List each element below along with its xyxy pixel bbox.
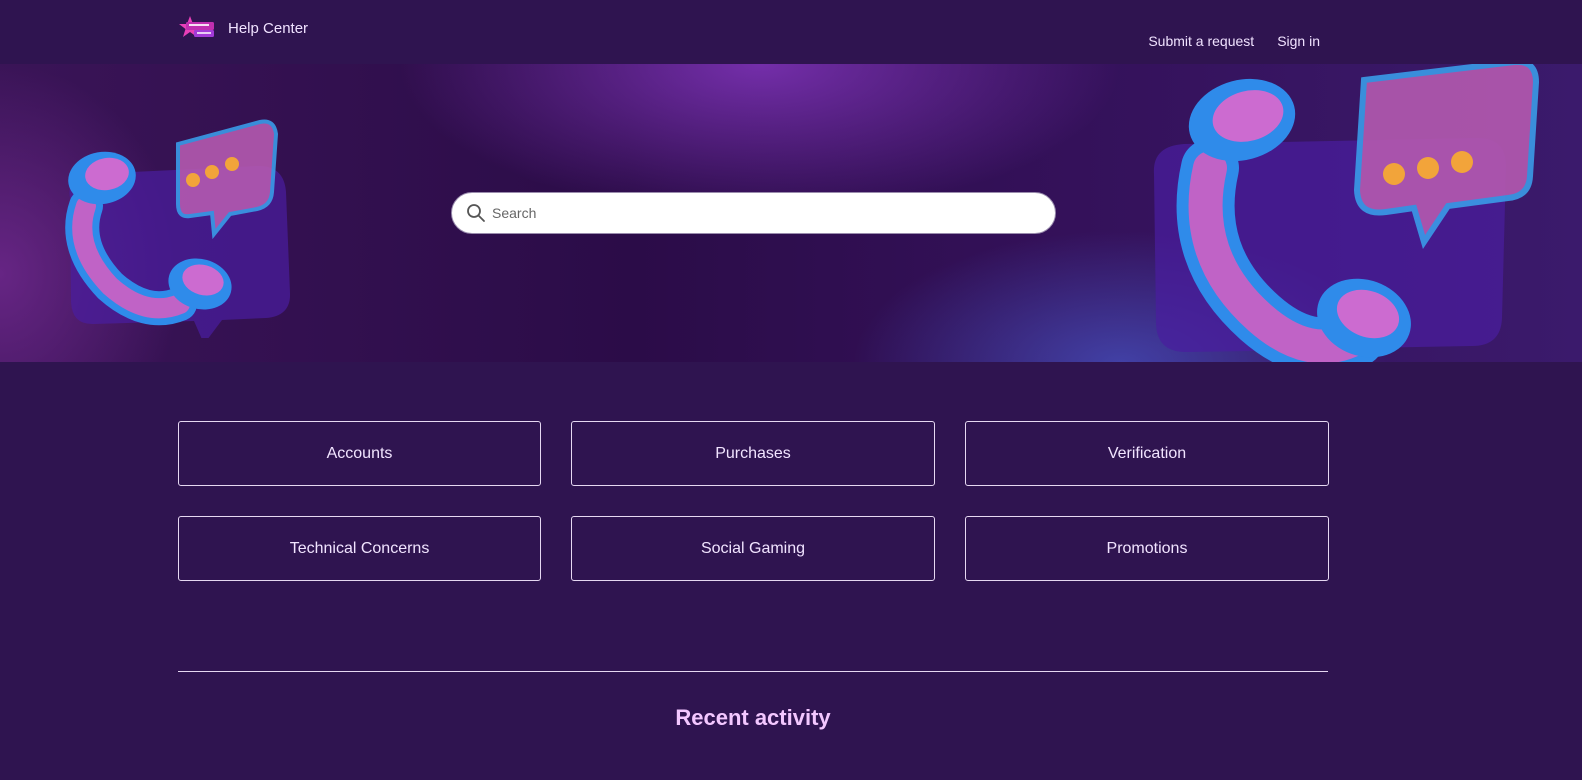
sign-in-link[interactable]: Sign in	[1277, 33, 1320, 49]
category-grid: Accounts Purchases Verification Technica…	[178, 421, 1329, 581]
play-logo-icon[interactable]	[178, 14, 216, 42]
hero-banner	[0, 64, 1582, 362]
category-social-gaming[interactable]: Social Gaming	[571, 516, 935, 581]
category-purchases[interactable]: Purchases	[571, 421, 935, 486]
category-technical-concerns[interactable]: Technical Concerns	[178, 516, 541, 581]
phone-chat-illustration-left	[65, 119, 291, 338]
site-header: Help Center Submit a request Sign in	[0, 0, 1582, 64]
section-divider	[178, 671, 1328, 672]
search-bar[interactable]	[451, 192, 1056, 234]
header-nav: Submit a request Sign in	[1148, 33, 1320, 49]
category-accounts[interactable]: Accounts	[178, 421, 541, 486]
submit-request-link[interactable]: Submit a request	[1148, 33, 1254, 49]
help-center-title[interactable]: Help Center	[228, 20, 308, 37]
category-promotions[interactable]: Promotions	[965, 516, 1329, 581]
brand[interactable]: Help Center	[178, 14, 308, 42]
search-icon	[467, 204, 485, 222]
category-verification[interactable]: Verification	[965, 421, 1329, 486]
search-input[interactable]	[492, 198, 1032, 228]
phone-chat-illustration-right	[1153, 64, 1540, 362]
recent-activity-heading: Recent activity	[675, 705, 831, 730]
